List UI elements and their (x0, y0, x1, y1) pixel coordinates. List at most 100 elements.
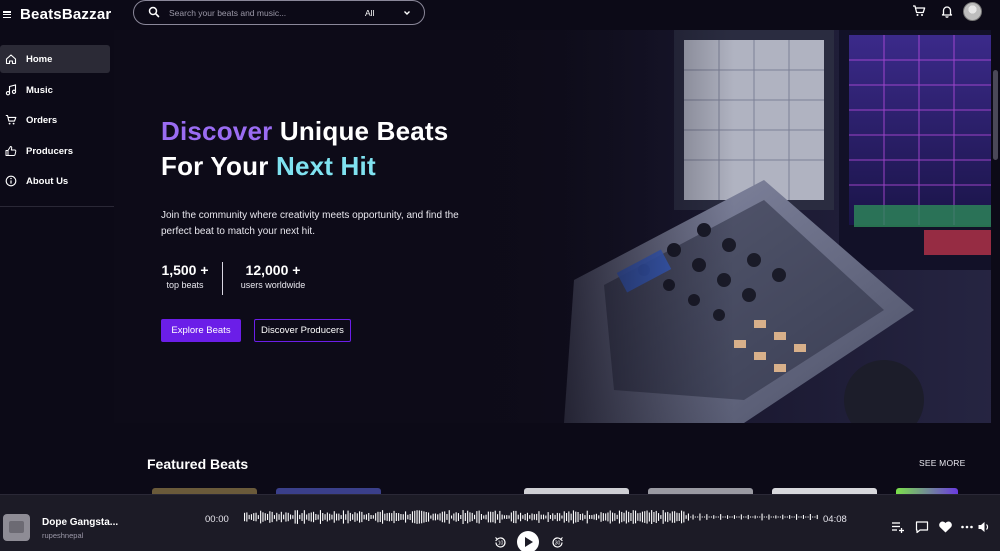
album-placeholder-icon (9, 521, 24, 533)
waveform-bar (365, 514, 367, 520)
waveform-bar (421, 510, 423, 524)
waveform-bar (800, 516, 802, 518)
waveform-bar (244, 512, 246, 522)
waveform-bar (786, 516, 788, 518)
waveform-bar (313, 511, 315, 523)
waveform-bar (648, 512, 650, 522)
avatar[interactable] (963, 2, 982, 21)
waveform-bar (660, 515, 662, 519)
stat-label: top beats (166, 280, 204, 290)
waveform-bar (706, 514, 708, 520)
waveform-bar (577, 512, 579, 522)
track-title[interactable]: Dope Gangsta... (42, 517, 118, 528)
waveform-bar (379, 511, 381, 522)
cart-icon[interactable] (912, 4, 926, 18)
waveform-bar (729, 516, 731, 518)
waveform-bar (276, 512, 278, 522)
search-input[interactable]: Search your beats and music... (169, 8, 286, 18)
waveform-bar (763, 516, 765, 518)
thumbs-up-icon (5, 146, 17, 156)
waveform-seekbar[interactable] (244, 507, 819, 527)
waveform-bar (754, 515, 756, 519)
play-button[interactable] (517, 531, 539, 551)
rewind-10-icon[interactable]: 10 (493, 535, 508, 550)
sidebar-item-home[interactable]: Home (0, 45, 110, 73)
waveform-bar (683, 511, 685, 523)
hero-banner: Discover Unique Beats For Your Next Hit … (114, 30, 1000, 423)
waveform-bar (538, 511, 540, 523)
add-to-queue-icon[interactable] (891, 520, 905, 534)
waveform-bar (478, 510, 480, 524)
menu-icon[interactable] (3, 11, 11, 18)
page-scrollbar[interactable] (991, 30, 1000, 494)
sidebar-item-orders[interactable]: Orders (0, 106, 110, 134)
music-note-icon (5, 84, 17, 96)
waveform-bar (816, 514, 818, 520)
brand-logo[interactable]: BeatsBazzar (20, 6, 111, 23)
waveform-bar (359, 511, 361, 523)
see-more-link[interactable]: SEE MORE (919, 458, 965, 468)
waveform-bar (296, 510, 298, 524)
waveform-bar (727, 515, 729, 519)
waveform-bar (768, 514, 770, 520)
waveform-bar (533, 514, 535, 520)
discover-producers-button[interactable]: Discover Producers (254, 319, 351, 342)
sidebar-item-label: Music (26, 84, 53, 96)
waveform-bar (375, 513, 377, 521)
waveform-bar (651, 510, 653, 524)
explore-beats-button[interactable]: Explore Beats (161, 319, 241, 342)
sidebar-item-producers[interactable]: Producers (0, 137, 110, 165)
waveform-bar (759, 516, 761, 518)
scrollbar-thumb[interactable] (993, 70, 998, 160)
stat-users: 12,000 + users worldwide (234, 262, 312, 290)
waveform-bar (455, 512, 457, 522)
chevron-down-icon[interactable] (402, 8, 412, 18)
waveform-bar (690, 516, 692, 518)
waveform-bar (701, 516, 703, 518)
sidebar: Home Music Orders Producers About Us (0, 30, 114, 494)
stat-top-beats: 1,500 + top beats (161, 262, 209, 290)
track-artist[interactable]: rupeshnepal (42, 531, 83, 540)
waveform-bar (802, 515, 804, 519)
comment-icon[interactable] (915, 520, 929, 534)
waveform-bar (441, 511, 443, 523)
waveform-bar (549, 515, 551, 519)
waveform-bar (508, 515, 510, 519)
waveform-bar (469, 512, 471, 522)
waveform-bar (540, 514, 542, 520)
waveform-bar (402, 514, 404, 520)
sidebar-item-about-us[interactable]: About Us (0, 167, 110, 195)
waveform-bar (566, 513, 568, 521)
waveform-bar (428, 512, 430, 522)
volume-icon[interactable] (977, 520, 991, 534)
waveform-bar (720, 514, 722, 520)
waveform-bar (354, 512, 356, 522)
waveform-bar (554, 514, 556, 520)
waveform-bar (522, 515, 524, 519)
search-bar[interactable]: Search your beats and music... All (133, 0, 425, 25)
track-artwork[interactable] (3, 514, 30, 541)
heart-icon[interactable] (938, 520, 953, 534)
waveform-bar (497, 514, 499, 520)
waveform-bar (451, 515, 453, 519)
waveform-bar (752, 516, 754, 518)
waveform-bar (299, 514, 301, 520)
waveform-bar (453, 513, 455, 521)
waveform-bar (653, 512, 655, 522)
more-options-icon[interactable] (960, 520, 974, 534)
forward-10-icon[interactable]: 30 (550, 535, 565, 550)
waveform-bar (745, 516, 747, 518)
waveform-bar (625, 510, 627, 524)
info-icon (5, 175, 17, 187)
waveform-bar (641, 511, 643, 523)
hero-title-text: Unique Beats (272, 116, 449, 146)
waveform-bar (388, 512, 390, 522)
waveform-bar (761, 513, 763, 521)
waveform-bar (598, 515, 600, 519)
waveform-bar (784, 516, 786, 518)
sidebar-item-music[interactable]: Music (0, 76, 110, 104)
bell-icon[interactable] (940, 4, 954, 18)
waveform-bar (607, 512, 609, 522)
waveform-bar (632, 510, 634, 524)
search-category-select[interactable]: All (365, 8, 374, 18)
